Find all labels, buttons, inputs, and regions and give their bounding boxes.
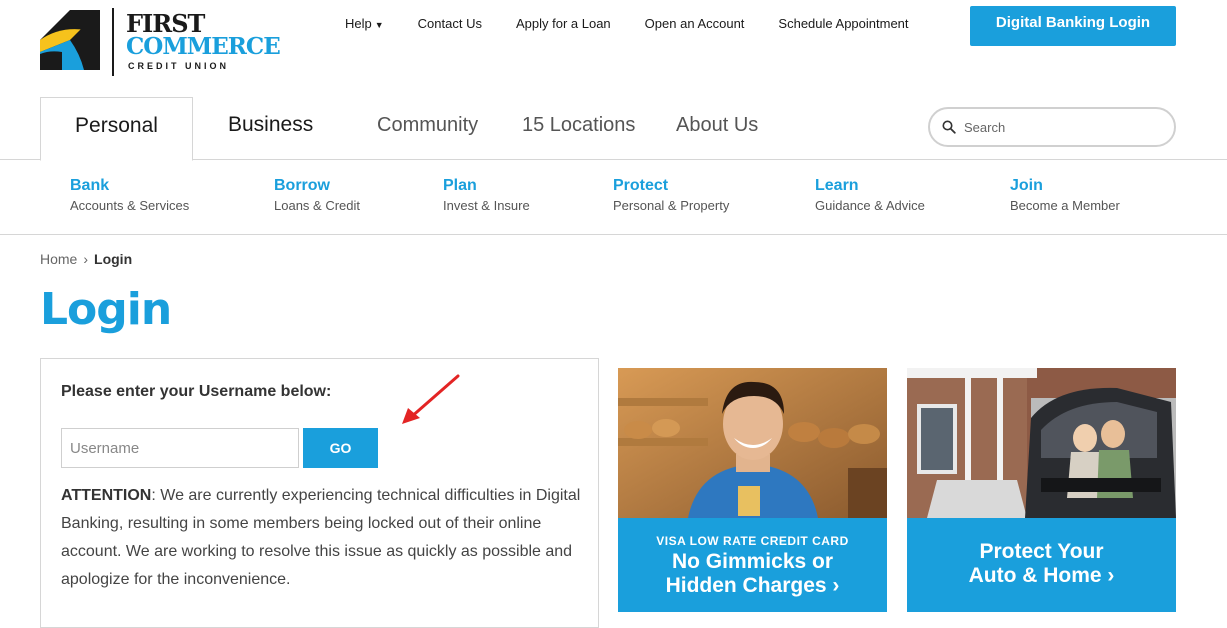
subnav-item-subtitle: Accounts & Services	[70, 198, 190, 213]
subnav-item-title: Borrow	[274, 177, 330, 194]
breadcrumb: Home › Login	[40, 251, 132, 267]
subnav-item-borrow[interactable]: Borrow Loans & Credit	[274, 177, 360, 217]
tab-locations[interactable]: 15 Locations	[522, 97, 635, 160]
subnav-item-title: Bank	[70, 177, 110, 194]
contact-us-link[interactable]: Contact Us	[418, 14, 482, 34]
logo-wordmark-commerce: Commerce	[126, 33, 281, 60]
subnav-item-subtitle: Invest & Insure	[443, 198, 530, 213]
promo-headline-line2: Auto & Home ›	[968, 564, 1115, 587]
annotation-arrow-icon	[402, 374, 460, 424]
promo-image-couple-suv	[907, 368, 1176, 518]
subnav-item-bank[interactable]: Bank Accounts & Services	[70, 177, 189, 217]
subnav-item-subtitle: Guidance & Advice	[815, 198, 925, 213]
subnav-item-join[interactable]: Join Become a Member	[1010, 177, 1120, 217]
subnav-item-plan[interactable]: Plan Invest & Insure	[443, 177, 530, 217]
go-button[interactable]: GO	[303, 428, 378, 468]
promo-headline-line2: Hidden Charges ›	[665, 574, 840, 597]
breadcrumb-home-link[interactable]: Home	[40, 251, 77, 267]
subnav-item-subtitle: Loans & Credit	[274, 198, 360, 213]
logo-mark-icon	[40, 10, 100, 70]
username-prompt: Please enter your Username below:	[61, 383, 332, 400]
promo-headline-line1: Protect Your	[979, 540, 1104, 563]
username-input[interactable]	[61, 428, 299, 468]
attention-heading: ATTENTION	[61, 487, 152, 504]
open-account-link[interactable]: Open an Account	[645, 14, 745, 34]
logo-tagline: CREDIT UNION	[128, 61, 229, 71]
digital-banking-login-button[interactable]: Digital Banking Login	[970, 6, 1176, 46]
chevron-down-icon: ▼	[374, 20, 384, 30]
utility-nav: Help ▼ Contact Us Apply for a Loan Open a…	[345, 14, 943, 34]
subnav-item-title: Plan	[443, 177, 477, 194]
main-nav: Personal Business Community 15 Locations…	[0, 97, 1227, 161]
promo-band: VISA LOW RATE CREDIT CARD No Gimmicks or…	[618, 518, 887, 612]
tab-community[interactable]: Community	[377, 97, 478, 160]
logo-divider	[112, 8, 114, 76]
promo-headline-line1: No Gimmicks or	[671, 550, 834, 573]
breadcrumb-current: Login	[94, 251, 133, 267]
tab-about-us[interactable]: About Us	[676, 97, 758, 160]
subnav-item-subtitle: Become a Member	[1010, 198, 1120, 213]
schedule-appointment-link[interactable]: Schedule Appointment	[778, 14, 908, 34]
subnav-item-title: Protect	[613, 177, 669, 194]
page-title: Login	[40, 284, 172, 335]
subnav-item-learn[interactable]: Learn Guidance & Advice	[815, 177, 925, 217]
attention-notice: ATTENTION: We are currently experiencing…	[61, 482, 581, 594]
apply-for-loan-link[interactable]: Apply for a Loan	[516, 14, 611, 34]
subnav-item-title: Join	[1010, 177, 1043, 194]
promo-image-bakery-customer	[618, 368, 887, 518]
login-panel: Please enter your Username below: GO ATT…	[40, 358, 599, 628]
brand-logo[interactable]: First Commerce CREDIT UNION	[40, 4, 281, 76]
sub-nav: Bank Accounts & Services Borrow Loans & …	[0, 161, 1227, 235]
search-box[interactable]	[928, 107, 1176, 147]
help-label: Help	[345, 16, 372, 31]
search-icon[interactable]	[942, 120, 956, 134]
tab-business[interactable]: Business	[228, 97, 313, 160]
subnav-item-title: Learn	[815, 177, 859, 194]
promo-band: Protect Your Auto & Home ›	[907, 518, 1176, 612]
subnav-item-protect[interactable]: Protect Personal & Property	[613, 177, 729, 217]
subnav-item-subtitle: Personal & Property	[613, 198, 730, 213]
promo-card-auto-home[interactable]: Protect Your Auto & Home ›	[907, 368, 1176, 612]
tab-personal[interactable]: Personal	[40, 97, 193, 161]
promo-kicker: VISA LOW RATE CREDIT CARD	[656, 534, 849, 548]
top-bar: First Commerce CREDIT UNION Help ▼ Contac…	[0, 0, 1227, 90]
breadcrumb-separator: ›	[83, 251, 89, 267]
help-link[interactable]: Help ▼	[345, 14, 384, 34]
search-input[interactable]	[964, 117, 1164, 137]
promo-card-credit-card[interactable]: VISA LOW RATE CREDIT CARD No Gimmicks or…	[618, 368, 887, 612]
